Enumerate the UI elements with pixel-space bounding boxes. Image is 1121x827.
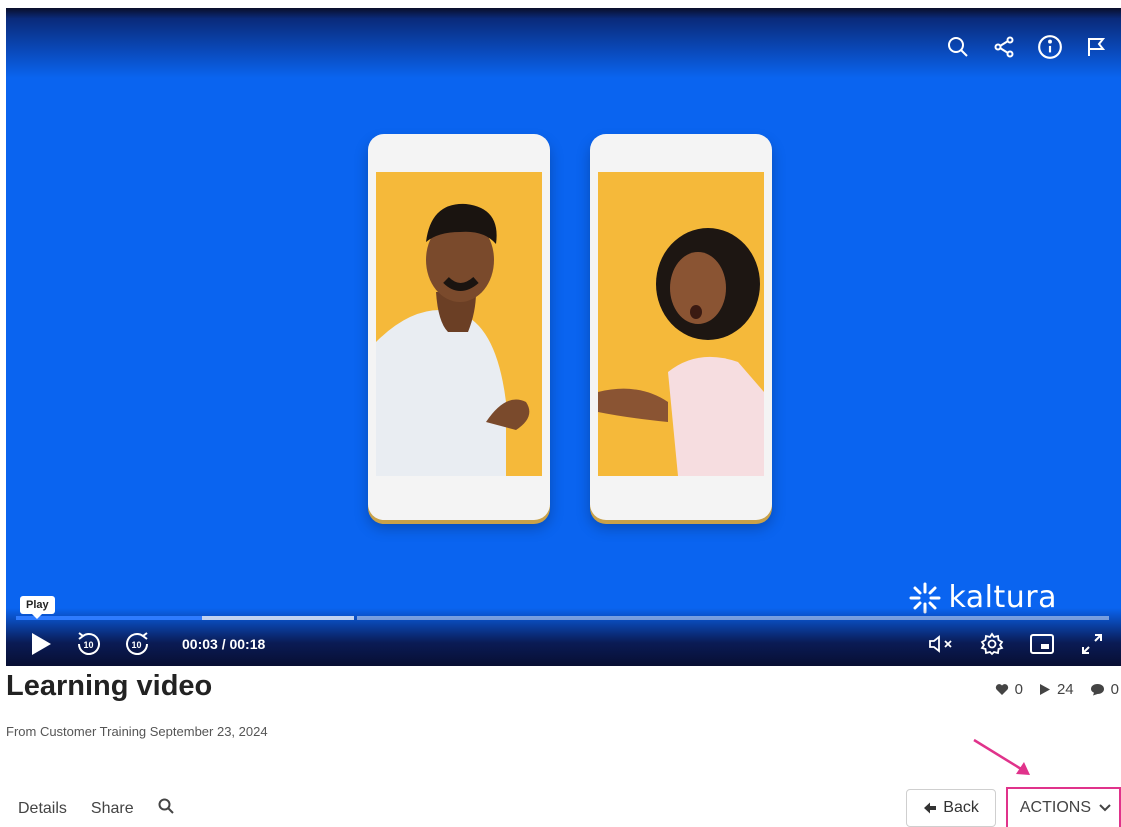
mute-icon[interactable] — [927, 630, 957, 658]
likes-count: 0 — [1014, 681, 1023, 698]
woman-illustration — [598, 172, 764, 476]
video-player[interactable]: kaltura Play 10 10 00:03 / 00:18 — [6, 8, 1121, 666]
progress-segment — [357, 616, 1109, 620]
fullscreen-icon[interactable] — [1077, 630, 1107, 658]
progress-bar[interactable] — [16, 616, 1109, 620]
plays-stat: 24 — [1039, 681, 1074, 698]
picture-in-picture-icon[interactable] — [1027, 630, 1057, 658]
player-controls-right — [927, 630, 1107, 658]
forward-10-icon[interactable]: 10 — [122, 630, 152, 658]
comments-count: 0 — [1110, 681, 1119, 698]
phone-illustration-right — [590, 134, 772, 520]
tab-search[interactable] — [158, 798, 174, 819]
share-icon[interactable] — [989, 32, 1019, 62]
tab-share[interactable]: Share — [91, 800, 134, 818]
actions-button-label: ACTIONS — [1019, 799, 1091, 816]
comment-icon — [1090, 684, 1104, 696]
actions-dropdown-button[interactable]: ACTIONS — [1005, 787, 1121, 827]
settings-icon[interactable] — [977, 630, 1007, 658]
back-button[interactable]: Back — [906, 789, 996, 827]
comments-stat[interactable]: 0 — [1090, 681, 1119, 698]
search-icon[interactable] — [943, 32, 973, 62]
media-subtitle: From Customer Training September 23, 202… — [6, 724, 268, 739]
svg-text:10: 10 — [84, 640, 94, 650]
arrow-left-icon — [924, 802, 937, 814]
chevron-down-icon — [1099, 804, 1111, 812]
action-buttons: Back ACTIONS — [906, 787, 1121, 827]
svg-text:10: 10 — [132, 640, 142, 650]
play-icon[interactable] — [26, 630, 56, 658]
likes-stat[interactable]: 0 — [995, 681, 1023, 698]
media-stats: 0 24 0 — [995, 681, 1119, 698]
tab-details[interactable]: Details — [18, 800, 67, 818]
info-icon[interactable] — [1035, 32, 1065, 62]
heart-icon — [995, 684, 1008, 695]
player-top-controls — [943, 32, 1111, 62]
progress-played — [16, 616, 202, 620]
man-illustration — [376, 172, 542, 476]
back-button-label: Back — [943, 799, 979, 816]
page-title: Learning video — [6, 670, 213, 702]
media-tabs: Details Share — [18, 798, 174, 819]
arrow-annotation-icon — [973, 738, 1030, 775]
flag-icon[interactable] — [1081, 32, 1111, 62]
play-tooltip: Play — [20, 596, 55, 619]
player-controls-left: 10 10 00:03 / 00:18 — [26, 630, 265, 658]
search-icon — [158, 798, 174, 814]
plays-count: 24 — [1056, 681, 1074, 698]
rewind-10-icon[interactable]: 10 — [74, 630, 104, 658]
play-count-icon — [1039, 684, 1050, 695]
time-display: 00:03 / 00:18 — [182, 636, 266, 652]
phone-illustration-left — [368, 134, 550, 520]
